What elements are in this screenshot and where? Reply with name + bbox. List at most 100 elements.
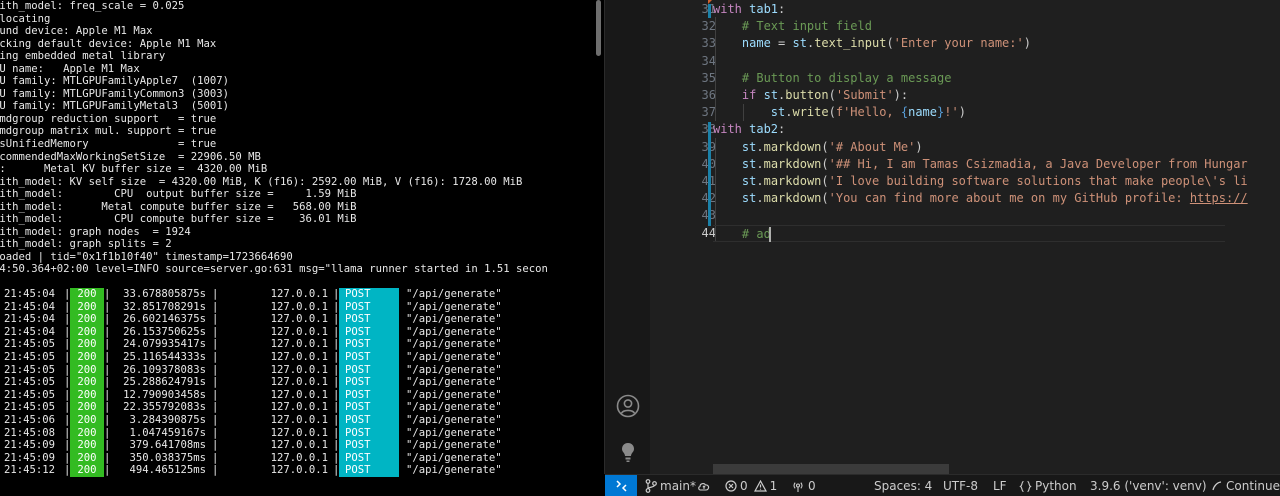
- method-badge: POST: [339, 300, 399, 314]
- code-line[interactable]: [713, 53, 1280, 70]
- code-line[interactable]: name = st.text_input('Enter your name:'): [713, 35, 1280, 52]
- code-token: !': [944, 105, 959, 120]
- line-number[interactable]: 44: [676, 225, 716, 242]
- code-token: .: [756, 139, 764, 154]
- code-line[interactable]: [713, 207, 1280, 224]
- code-area[interactable]: with tab1: # Text input field name = st.…: [713, 0, 1280, 474]
- code-token: 'Submit': [835, 88, 894, 102]
- code-token: # Text input field: [713, 19, 872, 34]
- line-number[interactable]: 33: [676, 35, 716, 52]
- code-editor[interactable]: 3132333435363738394041424344 with tab1: …: [605, 0, 1280, 474]
- code-token: st: [741, 174, 757, 188]
- request-row: 21:45:04 | 200 | 26.153750625s | 127.0.0.1 | POS…: [0, 325, 604, 339]
- code-token: (: [886, 36, 894, 51]
- request-duration: 379.641708ms: [129, 439, 206, 452]
- code-line[interactable]: # ad: [713, 224, 1225, 242]
- language-status[interactable]: Python: [1019, 475, 1077, 496]
- line-number[interactable]: 37: [676, 104, 716, 121]
- column-separator: |: [212, 325, 219, 338]
- method-badge: POST: [339, 363, 399, 377]
- code-line[interactable]: st.markdown('I love building software so…: [713, 173, 1280, 190]
- status-badge: 200: [70, 388, 104, 402]
- code-line[interactable]: with tab2:: [713, 121, 1280, 138]
- column-separator: |: [212, 376, 219, 389]
- code-line[interactable]: with tab1:: [713, 1, 1280, 18]
- code-token: name: [908, 105, 938, 120]
- sync-status[interactable]: [697, 475, 711, 496]
- code-line[interactable]: st.write(f'Hello, {name}!'): [713, 104, 1280, 121]
- code-token: .: [756, 191, 764, 206]
- terminal-scrollbar[interactable]: [596, 0, 601, 56]
- code-line[interactable]: # Text input field: [713, 18, 1280, 35]
- problems-status[interactable]: 0 1: [725, 475, 777, 496]
- method-badge: POST: [339, 313, 399, 326]
- request-time: 21:45:05: [4, 350, 56, 363]
- remote-indicator-button[interactable]: [605, 475, 637, 496]
- code-line[interactable]: st.markdown('You can find more about me …: [713, 190, 1280, 207]
- terminal-log-line: PU family: MTLGPUFamilyMetal3 (5001): [0, 100, 229, 113]
- line-number[interactable]: 32: [676, 18, 716, 35]
- encoding-status[interactable]: UTF-8: [943, 475, 978, 496]
- column-separator: |: [104, 413, 111, 426]
- account-icon[interactable]: [616, 394, 640, 418]
- request-time: 21:45:09: [4, 451, 56, 464]
- request-row: 21:45:04 | 200 | 26.602146375s | 127.0.0.1 | POS…: [0, 313, 604, 326]
- status-badge: 200: [70, 376, 104, 389]
- continue-status[interactable]: Continue: [1211, 475, 1280, 496]
- column-separator: |: [104, 388, 111, 401]
- request-path: "/api/generate": [406, 464, 502, 477]
- line-number[interactable]: 34: [676, 53, 716, 70]
- status-badge: 200: [70, 401, 104, 414]
- request-duration: 350.038375ms: [129, 451, 206, 464]
- indentation-status[interactable]: Spaces: 4: [874, 475, 932, 496]
- terminal-log-line: t: Metal KV buffer size = 4320.00 MiB: [0, 163, 268, 176]
- code-token: markdown: [763, 156, 822, 171]
- code-line[interactable]: if st.button('Submit'):: [713, 87, 1280, 104]
- error-icon: [725, 480, 737, 492]
- eol-status[interactable]: LF: [993, 475, 1007, 496]
- request-path: "/api/generate": [406, 363, 502, 376]
- code-token: 'I love building software solutions that…: [828, 174, 1248, 188]
- code-line[interactable]: st.markdown('## Hi, I am Tamas Csizmadia…: [713, 156, 1280, 173]
- indentation-label: Spaces: 4: [874, 478, 933, 493]
- language-label: Python: [1035, 478, 1077, 493]
- column-separator: |: [104, 464, 111, 477]
- client-ip: 127.0.0.1: [270, 413, 328, 426]
- request-time: 21:45:05: [4, 401, 56, 414]
- line-number[interactable]: 35: [676, 70, 716, 87]
- code-token: st: [792, 36, 807, 51]
- status-badge: 200: [70, 439, 104, 452]
- interpreter-status[interactable]: 3.9.6 ('venv': venv): [1090, 475, 1207, 496]
- request-duration: 25.288624791s: [123, 376, 206, 389]
- lightbulb-icon[interactable]: [616, 440, 640, 464]
- code-token: (: [821, 139, 829, 154]
- status-badge: 200: [70, 313, 104, 326]
- request-time: 21:45:05: [4, 338, 56, 351]
- terminal-panel[interactable]: with_model: freq_scale = 0.025llocatingo…: [0, 0, 604, 496]
- horizontal-scrollbar[interactable]: [713, 464, 949, 474]
- request-path: "/api/generate": [406, 388, 502, 401]
- branch-name: main*: [660, 478, 696, 493]
- request-row: 21:45:04 | 200 | 32.851708291s | 127.0.0.1 | POS…: [0, 300, 604, 314]
- request-path: "/api/generate": [406, 376, 502, 389]
- code-token: ): [1023, 36, 1031, 51]
- request-duration: 1.047459167s: [129, 426, 206, 439]
- code-line[interactable]: st.markdown('# About Me'): [713, 139, 1280, 156]
- ports-status[interactable]: 0: [791, 475, 816, 496]
- method-badge: POST: [339, 350, 399, 364]
- terminal-log-line: with_model: CPU compute buffer size = 36…: [0, 213, 357, 226]
- code-token: :: [778, 122, 786, 137]
- code-token: st: [763, 88, 779, 102]
- request-time: 21:45:12: [4, 464, 56, 477]
- column-separator: |: [104, 313, 111, 326]
- code-token: with: [713, 2, 750, 16]
- column-separator: |: [104, 363, 111, 376]
- line-number[interactable]: 36: [676, 87, 716, 104]
- code-token: # Button to display a message: [713, 70, 952, 85]
- request-row: 21:45:05 | 200 | 25.116544333s | 127.0.0.1 | POS…: [0, 350, 604, 364]
- code-line[interactable]: # Button to display a message: [713, 70, 1280, 87]
- branch-status[interactable]: main*: [645, 475, 696, 496]
- code-token: st: [741, 191, 757, 206]
